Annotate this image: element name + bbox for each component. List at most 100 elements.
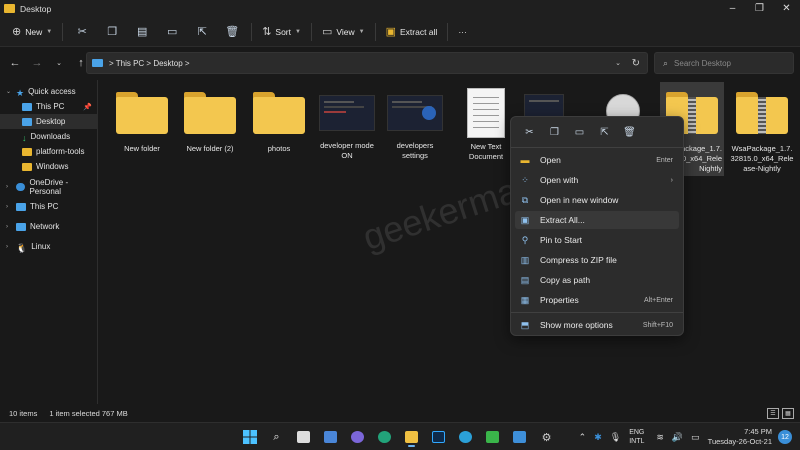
sidebar-item-this-pc-pinned[interactable]: This PC 📌 xyxy=(0,99,98,114)
sort-label: Sort xyxy=(275,26,291,37)
chevron-right-icon[interactable]: › xyxy=(6,184,8,190)
refresh-icon[interactable]: ↻ xyxy=(632,58,640,69)
more-options-button[interactable]: ··· xyxy=(452,21,473,43)
sidebar-item-onedrive[interactable]: › OneDrive - Personal xyxy=(0,178,98,196)
paste-button[interactable]: ▤ xyxy=(127,21,157,43)
copy-icon[interactable]: ❐ xyxy=(542,123,567,141)
sidebar-item-desktop[interactable]: Desktop xyxy=(0,114,98,129)
back-button[interactable]: ← xyxy=(4,57,26,69)
sidebar-item-network[interactable]: › Network xyxy=(0,219,98,234)
file-item-new-folder-2[interactable]: New folder (2) xyxy=(178,92,242,154)
chat-button[interactable] xyxy=(346,427,369,447)
tiles-view-icon[interactable]: ▦ xyxy=(782,407,794,419)
menu-item-open[interactable]: ▬ Open Enter xyxy=(515,151,679,169)
wifi-icon[interactable]: ≋ xyxy=(656,432,664,443)
menu-item-show-more-options[interactable]: ⬒ Show more options Shift+F10 xyxy=(515,316,679,334)
chevron-right-icon[interactable]: › xyxy=(6,204,8,210)
view-label: View xyxy=(336,26,355,37)
menu-item-copy-as-path[interactable]: ▤ Copy as path xyxy=(515,271,679,289)
task-view-button[interactable] xyxy=(292,427,315,447)
copy-button[interactable]: ❐ xyxy=(97,21,127,43)
selection-info: 1 item selected 767 MB xyxy=(49,408,128,418)
file-item-photos[interactable]: photos xyxy=(247,92,311,154)
android-app-button[interactable] xyxy=(481,427,504,447)
divider xyxy=(511,147,683,148)
close-button[interactable]: ✕ xyxy=(773,0,800,17)
language-code: ENG xyxy=(629,429,645,436)
command-bar: ⊕ New ▼ ✂ ❐ ▤ ▭ ⇱ 🗑 ⇅ Sort ▼ ▭ View ▼ ▣ … xyxy=(0,17,800,47)
menu-item-open-new-window[interactable]: ⧉ Open in new window xyxy=(515,191,679,209)
clock[interactable]: 7:45 PM Tuesday-26-Oct-21 xyxy=(708,427,772,447)
chevron-down-icon[interactable]: ⌄ xyxy=(6,88,11,95)
photoshop-button[interactable] xyxy=(427,427,450,447)
search-input[interactable] xyxy=(674,58,785,68)
sort-button[interactable]: ⇅ Sort ▼ xyxy=(256,21,307,43)
settings-button[interactable]: ⚙ xyxy=(535,427,558,447)
rename-button[interactable]: ▭ xyxy=(157,21,187,43)
chevron-right-icon[interactable]: › xyxy=(6,244,8,250)
file-item-developer-mode-on[interactable]: developer mode ON xyxy=(315,92,379,161)
sidebar-item-label: Quick access xyxy=(28,87,76,96)
sidebar-item-linux[interactable]: › 🐧 Linux xyxy=(0,239,98,254)
menu-item-open-with[interactable]: ⁘ Open with › xyxy=(515,171,679,189)
share-icon[interactable]: ⇱ xyxy=(592,123,617,141)
view-button[interactable]: ▭ View ▼ xyxy=(316,21,371,43)
chat-icon xyxy=(351,431,364,443)
new-button[interactable]: ⊕ New ▼ xyxy=(6,21,58,43)
menu-item-pin-to-start[interactable]: ⚲ Pin to Start xyxy=(515,231,679,249)
notification-badge[interactable]: 12 xyxy=(778,430,792,444)
file-item-new-folder[interactable]: New folder xyxy=(110,92,174,154)
search-taskbar-button[interactable]: ⌕ xyxy=(265,427,288,447)
sidebar-item-this-pc[interactable]: › This PC xyxy=(0,199,98,214)
navigation-row: ← → ⌄ ↑ > This PC > Desktop > ⌄ ↻ ⌕ xyxy=(0,48,800,78)
bluetooth-icon[interactable]: ✱ xyxy=(594,432,602,443)
file-item-developers-settings[interactable]: developers settings xyxy=(383,92,447,161)
sidebar-item-label: Downloads xyxy=(30,132,71,141)
divider xyxy=(511,312,683,313)
cut-button[interactable]: ✂ xyxy=(67,21,97,43)
sidebar-item-windows[interactable]: Windows xyxy=(0,159,98,174)
edge-button[interactable] xyxy=(373,427,396,447)
file-label: New folder xyxy=(124,144,160,153)
details-view-icon[interactable]: ☰ xyxy=(767,407,779,419)
context-menu: ✂ ❐ ▭ ⇱ 🗑 ▬ Open Enter ⁘ Open with › ⧉ O… xyxy=(510,116,684,336)
taskbar-apps: ⌕ ⚙ xyxy=(238,427,562,447)
menu-item-label: Compress to ZIP file xyxy=(540,255,617,265)
language-indicator[interactable]: ENG INTL xyxy=(629,428,644,446)
delete-button[interactable]: 🗑 xyxy=(217,21,247,43)
sidebar-item-downloads[interactable]: ↓ Downloads xyxy=(0,129,98,144)
menu-item-properties[interactable]: ▦ Properties Alt+Enter xyxy=(515,291,679,309)
battery-icon[interactable]: ▭ xyxy=(691,432,700,443)
cut-icon[interactable]: ✂ xyxy=(517,123,542,141)
chevron-up-icon[interactable]: ⌃ xyxy=(579,432,587,443)
widgets-button[interactable] xyxy=(319,427,342,447)
title-bar: Desktop – ❐ ✕ xyxy=(0,0,800,17)
sidebar-item-quick-access[interactable]: ⌄ ★ Quick access xyxy=(0,84,98,99)
address-bar[interactable]: > This PC > Desktop > ⌄ ↻ xyxy=(86,52,648,74)
recent-chevron-button[interactable]: ⌄ xyxy=(48,59,70,67)
photos-button[interactable] xyxy=(508,427,531,447)
menu-item-compress-zip[interactable]: ▥ Compress to ZIP file xyxy=(515,251,679,269)
browser-button[interactable] xyxy=(454,427,477,447)
chevron-right-icon[interactable]: › xyxy=(6,224,8,230)
minimize-button[interactable]: – xyxy=(719,0,746,17)
navigation-pane: ⌄ ★ Quick access This PC 📌 Desktop ↓ Dow… xyxy=(0,80,98,404)
search-box[interactable]: ⌕ xyxy=(654,52,794,74)
sidebar-item-platform-tools[interactable]: platform-tools xyxy=(0,144,98,159)
breadcrumb[interactable]: > This PC > Desktop > xyxy=(109,59,190,68)
start-button[interactable] xyxy=(238,427,261,447)
volume-icon[interactable]: 🔊 xyxy=(672,432,683,443)
maximize-button[interactable]: ❐ xyxy=(746,0,773,17)
forward-button[interactable]: → xyxy=(26,57,48,69)
rename-icon[interactable]: ▭ xyxy=(567,123,592,141)
trash-icon[interactable]: 🗑 xyxy=(617,123,642,141)
chevron-down-icon[interactable]: ⌄ xyxy=(615,59,621,67)
microphone-icon[interactable]: 🎙 xyxy=(610,432,621,443)
menu-item-extract-all[interactable]: ▣ Extract All... xyxy=(515,211,679,229)
search-icon: ⌕ xyxy=(663,57,669,68)
extract-all-button[interactable]: ▣ Extract all xyxy=(380,21,444,43)
file-item-wsa-package[interactable]: WsaPackage_1.7. 32815.0_x64_Rele ase-Nig… xyxy=(728,92,796,174)
file-explorer-button[interactable] xyxy=(400,427,423,447)
file-item-new-text-document[interactable]: New Text Document xyxy=(454,88,518,162)
share-button[interactable]: ⇱ xyxy=(187,21,217,43)
